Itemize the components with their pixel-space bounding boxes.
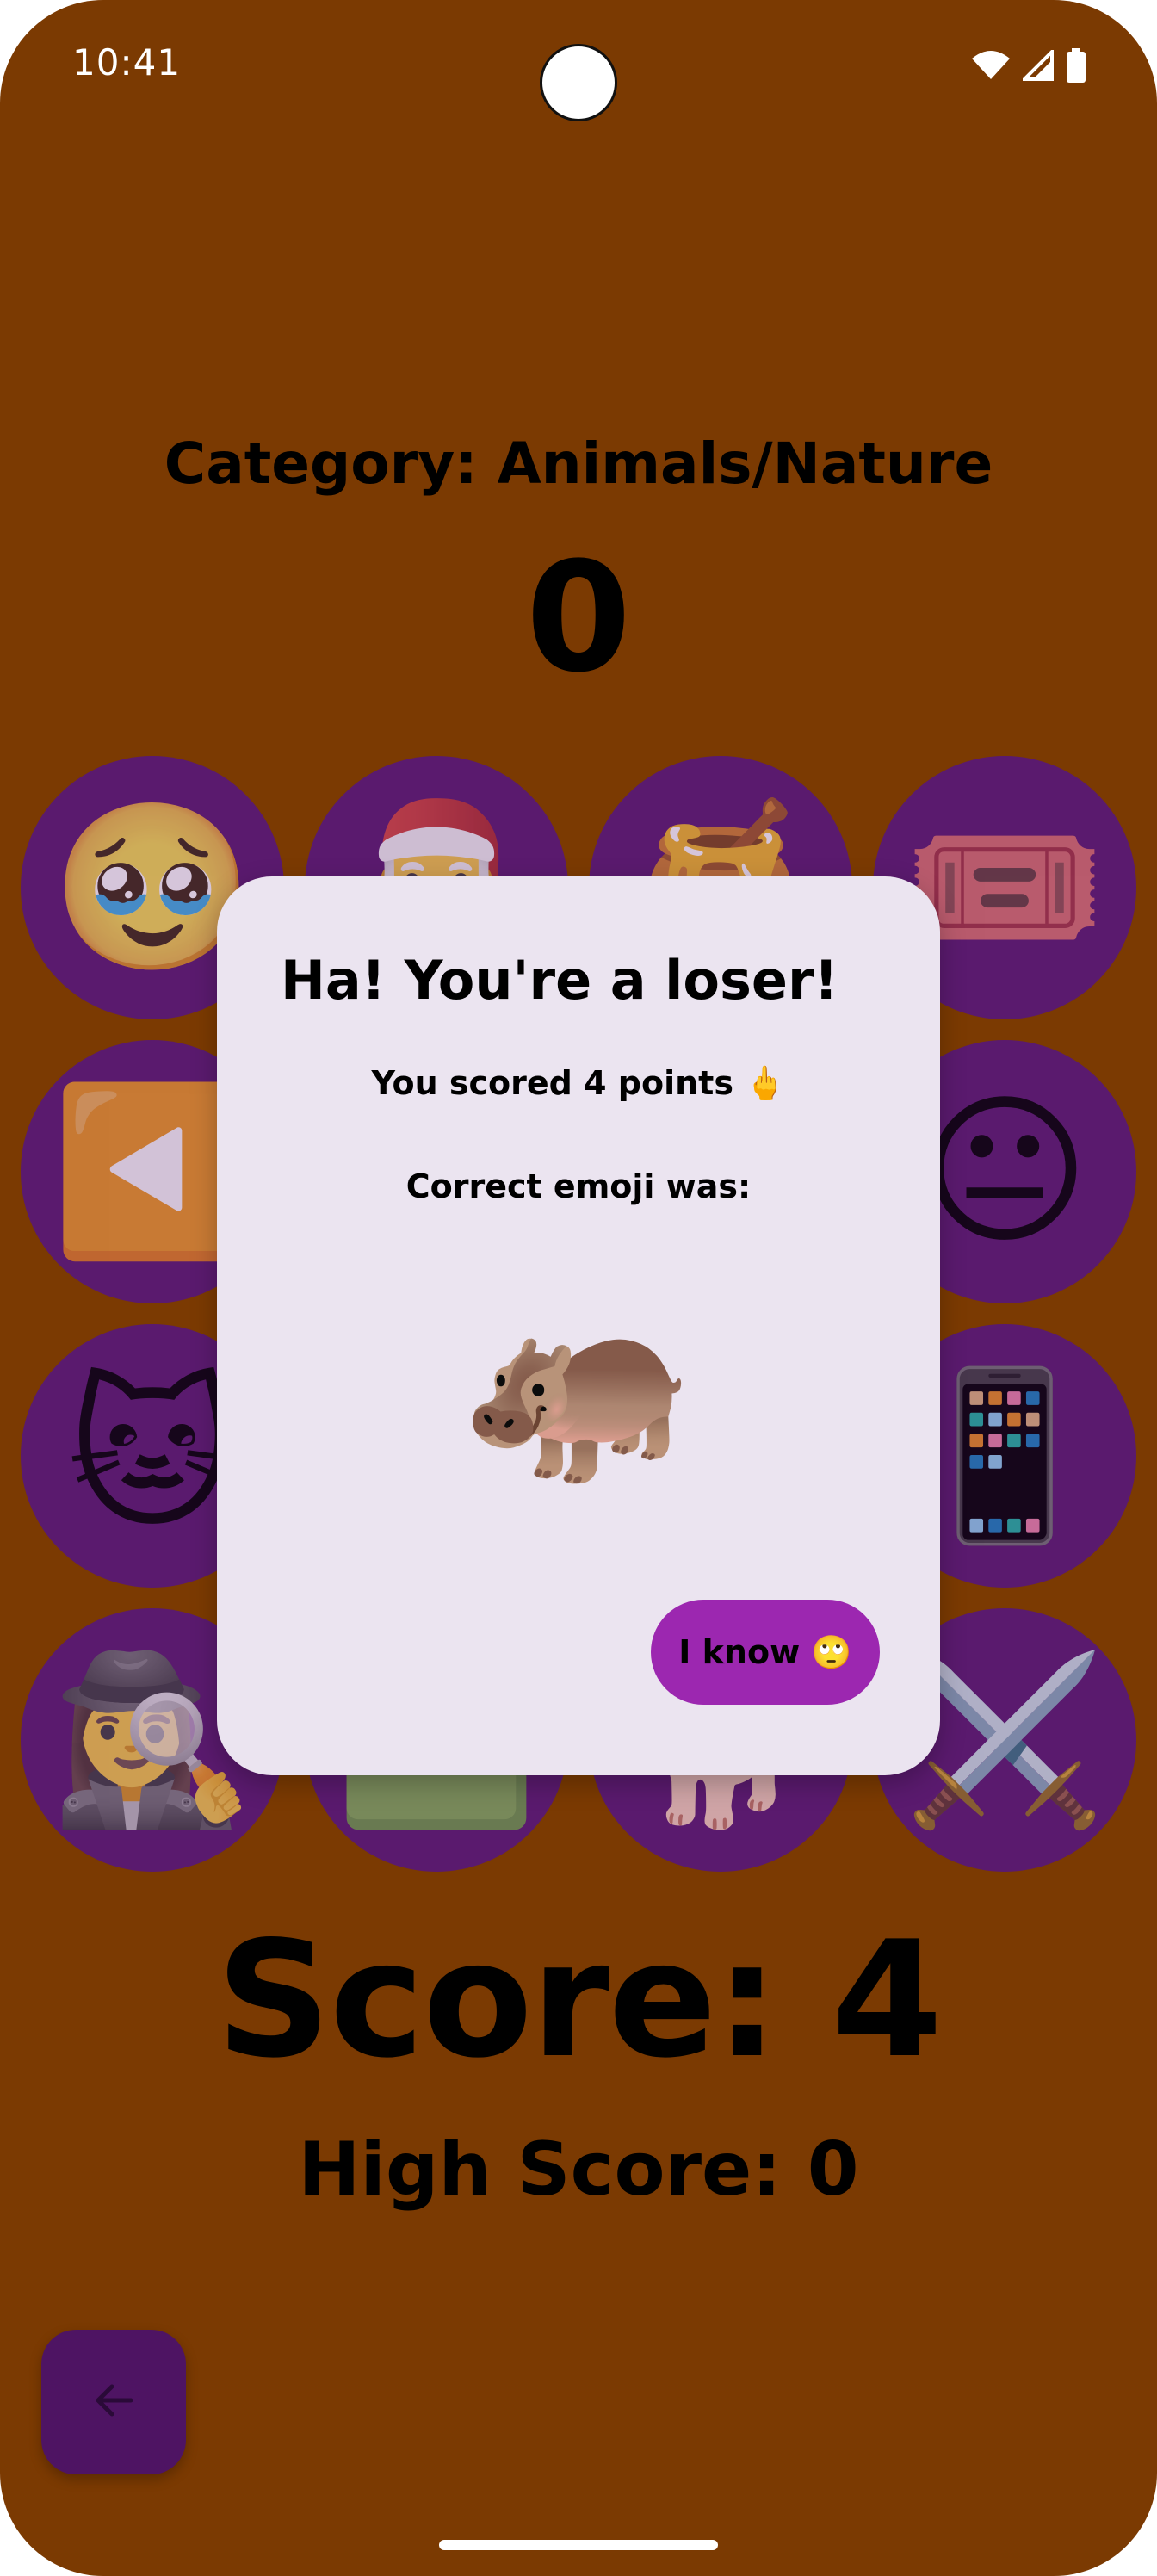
hippopotamus-icon: 🦛 bbox=[461, 1274, 696, 1495]
back-button[interactable] bbox=[41, 2330, 186, 2474]
high-score-label: High Score: 0 bbox=[298, 2127, 859, 2213]
neutral-face-icon: 😐 bbox=[919, 1076, 1091, 1266]
home-indicator[interactable] bbox=[439, 2540, 718, 2550]
category-label: Category: Animals/Nature bbox=[164, 430, 993, 497]
battery-icon bbox=[1066, 48, 1086, 83]
dialog-scored-text: You scored 4 points 🖕 bbox=[371, 1064, 786, 1102]
phone-screen: 10:41 Category: Animals/Nature 0 🥹 🎅 🍯 🎟… bbox=[0, 0, 1157, 2576]
cat-face-icon: 🐱 bbox=[66, 1360, 238, 1551]
status-icons bbox=[971, 48, 1086, 83]
arrow-back-icon bbox=[90, 2376, 138, 2428]
dialog-title: Ha! You're a loser! bbox=[281, 949, 838, 1012]
i-know-button[interactable]: I know 🙄 bbox=[651, 1600, 880, 1705]
dialog-correct-label: Correct emoji was: bbox=[405, 1167, 752, 1205]
status-bar: 10:41 bbox=[0, 0, 1157, 138]
timer-counter: 0 bbox=[525, 529, 632, 706]
wifi-icon bbox=[971, 50, 1011, 81]
signal-icon bbox=[1023, 50, 1054, 81]
camera-cutout bbox=[540, 44, 617, 121]
status-time: 10:41 bbox=[72, 41, 182, 84]
game-over-dialog: Ha! You're a loser! You scored 4 points … bbox=[217, 876, 940, 1775]
score-label: Score: 4 bbox=[215, 1906, 943, 2093]
